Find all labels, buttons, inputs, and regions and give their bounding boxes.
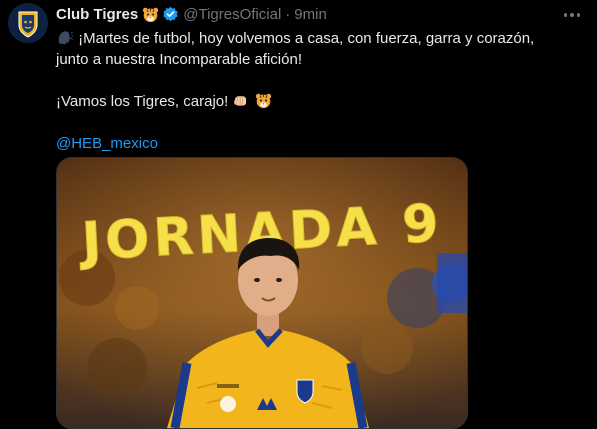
tigres-crest-icon (8, 3, 48, 43)
tiger-face-emoji-icon (143, 7, 159, 22)
verified-badge-icon (163, 6, 178, 21)
match-poster-graphic: JORNADA 9 (57, 158, 467, 428)
tweet-text: ¡Martes de futbol, hoy volvemos a casa, … (56, 28, 566, 154)
avatar[interactable] (8, 3, 48, 43)
separator: · (285, 5, 291, 23)
tweet-line-3: ¡Vamos los Tigres, carajo! (56, 91, 566, 112)
speaking-head-emoji-icon (58, 31, 74, 45)
tweet-line-1-text: ¡Martes de futbol, hoy volvemos a casa, … (78, 30, 535, 47)
oncoming-fist-emoji-icon (234, 96, 247, 106)
tweet-media-image[interactable]: JORNADA 9 (56, 157, 468, 429)
tweet-line-2: junto a nuestra Incomparable afición! (56, 51, 302, 68)
handle[interactable]: @TigresOficial (183, 6, 281, 23)
tweet-line-1: ¡Martes de futbol, hoy volvemos a casa, … (56, 28, 566, 49)
more-options-icon[interactable] (561, 6, 583, 24)
tweet-line-3-text: ¡Vamos los Tigres, carajo! (56, 93, 229, 110)
mention-link[interactable]: @HEB_mexico (56, 133, 158, 154)
tweet-header: Club Tigres @TigresOficial · 9min (56, 4, 327, 24)
timestamp[interactable]: 9min (294, 6, 327, 23)
display-name[interactable]: Club Tigres (56, 6, 138, 23)
tiger-face-emoji-icon (255, 93, 271, 109)
